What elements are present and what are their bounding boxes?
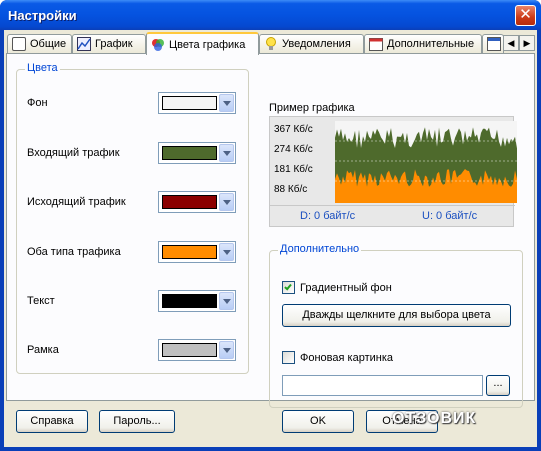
dialog-body: Общие График Цвета графика Уведомления Д…: [4, 30, 537, 447]
additional-group-title: Дополнительно: [278, 243, 362, 255]
tab-label: График: [95, 38, 133, 50]
colors-group: Цвета Фон Входящий трафик Исходящий траф…: [16, 62, 249, 374]
password-button[interactable]: Пароль...: [99, 410, 175, 433]
tab-chart[interactable]: График: [72, 34, 146, 53]
y-tick: 181 Кб/с: [274, 164, 313, 175]
bg-image-checkbox[interactable]: [282, 351, 295, 364]
color-swatch: [162, 146, 217, 160]
tab-scroll-left-icon[interactable]: ◀: [503, 35, 519, 51]
close-icon[interactable]: ✕: [515, 5, 536, 26]
incoming-color-picker[interactable]: [158, 142, 236, 164]
y-tick: 274 Кб/с: [274, 144, 313, 155]
title-bar[interactable]: Настройки ✕: [0, 0, 541, 30]
tab-additional[interactable]: Дополнительные: [364, 34, 482, 53]
general-icon: [12, 37, 26, 51]
graph-divider: [270, 205, 515, 206]
window-title: Настройки: [8, 8, 77, 23]
ok-button[interactable]: OK: [282, 410, 354, 433]
both-color-picker[interactable]: [158, 241, 236, 263]
chart-icon: [77, 37, 91, 51]
color-swatch: [162, 294, 217, 308]
tab-label: Общие: [30, 38, 67, 50]
help-button[interactable]: Справка: [16, 410, 88, 433]
frame-color-picker[interactable]: [158, 339, 236, 361]
colors-group-title: Цвета: [25, 62, 60, 74]
watermark-logo: ОТЗОВИК: [392, 410, 477, 427]
color-label-both: Оба типа трафика: [27, 246, 121, 258]
calendar-icon: [369, 37, 383, 51]
download-readout: D: 0 байт/с: [300, 210, 356, 222]
bg-image-path-input[interactable]: [282, 375, 483, 396]
y-tick: 88 Кб/с: [274, 184, 308, 195]
bulb-icon: [264, 37, 278, 51]
tab-notifications[interactable]: Уведомления: [259, 34, 364, 53]
pick-color-button[interactable]: Дважды щелкните для выбора цвета: [282, 304, 511, 327]
additional-group: Дополнительно Градиентный фон Дважды щел…: [269, 243, 523, 408]
settings-window: Настройки ✕ Общие График Цвета графика У…: [0, 0, 541, 451]
color-swatch: [162, 96, 217, 110]
chevron-down-icon[interactable]: [219, 94, 234, 112]
color-swatch: [162, 343, 217, 357]
browse-button[interactable]: ...: [486, 375, 510, 396]
check-icon: [284, 282, 292, 291]
color-label-background: Фон: [27, 97, 48, 109]
color-label-outgoing: Исходящий трафик: [27, 196, 126, 208]
preview-title: Пример графика: [269, 102, 355, 114]
chevron-down-icon[interactable]: [219, 341, 234, 359]
chevron-down-icon[interactable]: [219, 193, 234, 211]
chevron-down-icon[interactable]: [219, 243, 234, 261]
tab-scroll-right-icon[interactable]: ▶: [519, 35, 535, 51]
tab-panel: Цвета Фон Входящий трафик Исходящий траф…: [6, 53, 535, 408]
background-color-picker[interactable]: [158, 92, 236, 114]
window-icon: [487, 37, 501, 51]
color-label-frame: Рамка: [27, 344, 59, 356]
upload-readout: U: 0 байт/с: [422, 210, 478, 222]
y-tick: 367 Кб/с: [274, 124, 313, 135]
gradient-checkbox[interactable]: [282, 281, 295, 294]
palette-icon: [151, 38, 165, 52]
bg-image-label: Фоновая картинка: [300, 352, 394, 364]
tab-scroll: ◀ ▶: [503, 35, 535, 51]
graph-preview: 367 Кб/с 274 Кб/с 181 Кб/с 88 Кб/с D: 0 …: [269, 116, 517, 227]
color-swatch: [162, 195, 217, 209]
tab-label: Цвета графика: [169, 38, 246, 51]
tab-label: Уведомления: [282, 38, 351, 50]
outgoing-color-picker[interactable]: [158, 191, 236, 213]
tab-more[interactable]: [482, 34, 504, 53]
tab-label: Дополнительные: [387, 38, 475, 50]
traffic-graph: [335, 121, 517, 203]
chevron-down-icon[interactable]: [219, 144, 234, 162]
text-color-picker[interactable]: [158, 290, 236, 312]
chevron-down-icon[interactable]: [219, 292, 234, 310]
color-swatch: [162, 245, 217, 259]
color-label-incoming: Входящий трафик: [27, 147, 120, 159]
tab-strip: Общие График Цвета графика Уведомления Д…: [4, 32, 537, 55]
gradient-label: Градиентный фон: [300, 282, 392, 294]
color-label-text: Текст: [27, 295, 55, 307]
tab-general[interactable]: Общие: [7, 34, 72, 53]
tab-chart-colors[interactable]: Цвета графика: [146, 32, 259, 55]
